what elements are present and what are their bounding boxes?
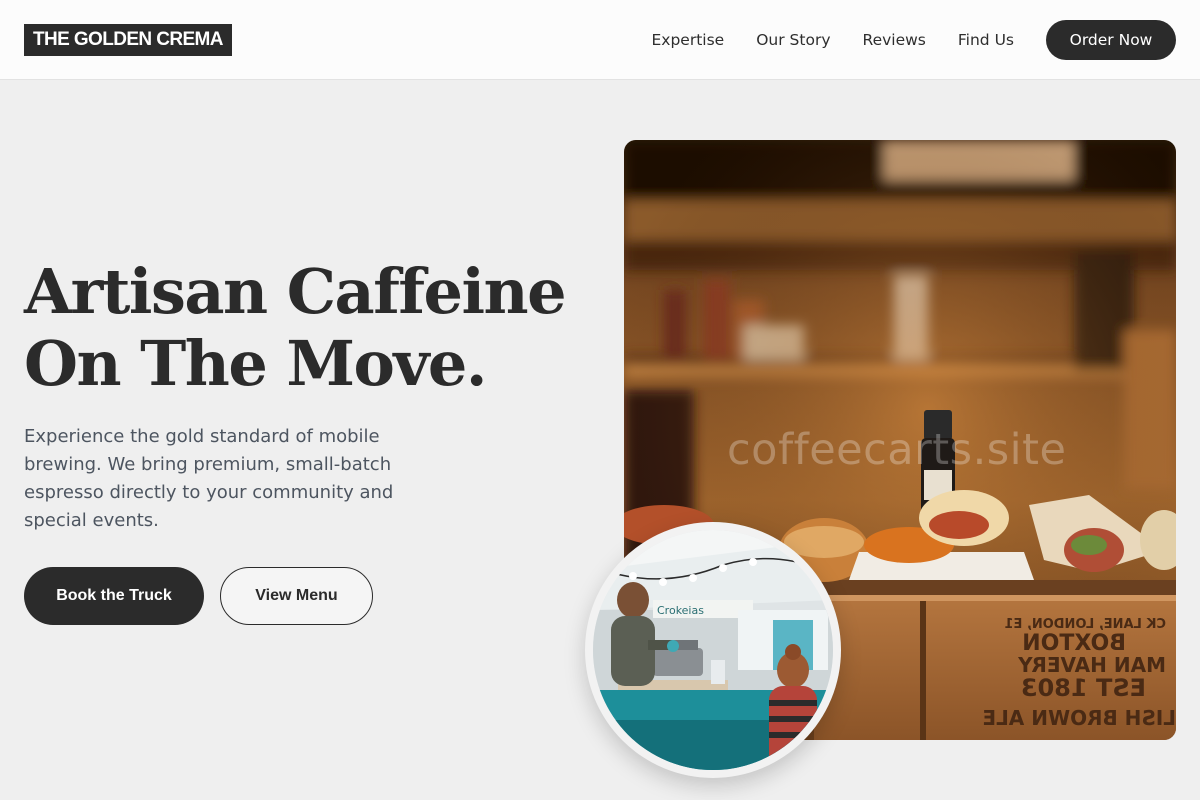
brand-logo[interactable]: THE GOLDEN CREMA: [24, 24, 232, 56]
nav-link-find-us[interactable]: Find Us: [958, 31, 1014, 49]
hero-title-line-1: Artisan Caffeine: [24, 255, 567, 328]
hero-description: Experience the gold standard of mobile b…: [24, 426, 394, 531]
main-nav: Expertise Our Story Reviews Find Us Orde…: [652, 20, 1176, 60]
order-now-button[interactable]: Order Now: [1046, 20, 1176, 60]
watermark-text: coffeecarts.site: [727, 425, 1067, 475]
crate-text-4: EST 1803: [1021, 674, 1146, 702]
nav-link-reviews[interactable]: Reviews: [863, 31, 926, 49]
site-header: THE GOLDEN CREMA Expertise Our Story Rev…: [0, 0, 1200, 80]
nav-link-expertise[interactable]: Expertise: [652, 31, 725, 49]
crate-text-5: LISH BROWN ALE: [982, 706, 1176, 730]
hero-title-line-2: On The Move.: [24, 327, 487, 400]
nav-link-our-story[interactable]: Our Story: [756, 31, 830, 49]
book-truck-button[interactable]: Book the Truck: [24, 567, 204, 625]
hero-title: Artisan Caffeine On The Move.: [24, 256, 604, 400]
coffee-cart-circle-photo: Crokeias: [585, 522, 841, 778]
view-menu-button[interactable]: View Menu: [220, 567, 373, 625]
truck-sign: Crokeias: [657, 604, 704, 617]
coffee-cart-image: Crokeias: [593, 530, 833, 770]
crate-text-1: CK LANE, LONDON, E1: [1004, 617, 1166, 632]
